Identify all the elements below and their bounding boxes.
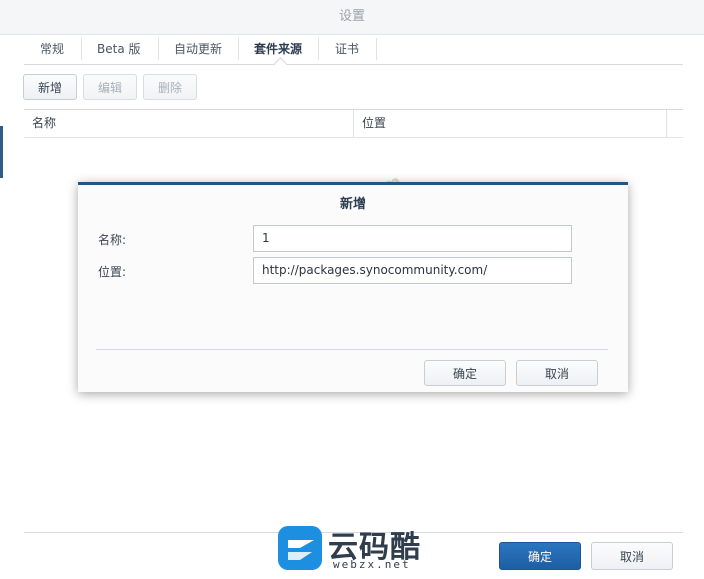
tab-separator <box>81 38 82 60</box>
tab-package-sources[interactable]: 套件来源 <box>254 37 302 61</box>
add-source-dialog: 新增 名称: 1 位置: http://packages.synocommuni… <box>78 182 628 392</box>
dialog-title: 新增 <box>339 197 366 212</box>
location-input[interactable]: http://packages.synocommunity.com/ <box>253 257 572 284</box>
tab-separator <box>238 38 239 60</box>
logo-domain: webzx.net <box>333 558 411 571</box>
tab-separator <box>158 38 159 60</box>
location-label: 位置: <box>98 265 127 279</box>
site-logo: 云码酷 webzx.net <box>276 522 426 574</box>
name-input[interactable]: 1 <box>253 225 572 252</box>
footer-cancel-button[interactable]: 取消 <box>591 542 673 570</box>
dialog-cancel-button[interactable]: 取消 <box>516 360 598 386</box>
window-title: 设置 <box>0 0 704 35</box>
column-separator[interactable] <box>666 110 667 137</box>
delete-button[interactable]: 删除 <box>143 74 197 100</box>
logo-mark-icon <box>278 526 322 570</box>
column-name-header[interactable]: 名称 <box>32 110 56 137</box>
tab-general[interactable]: 常规 <box>40 37 64 61</box>
dialog-ok-button[interactable]: 确定 <box>424 360 506 386</box>
edit-button[interactable]: 编辑 <box>83 74 137 100</box>
grid-header: 名称 位置 <box>24 109 683 138</box>
tab-separator <box>318 38 319 60</box>
name-label: 名称: <box>98 233 127 247</box>
left-accent-bar <box>0 126 3 178</box>
tab-bar: 常规 Beta 版 自动更新 套件来源 证书 <box>24 34 683 65</box>
footer-ok-button[interactable]: 确定 <box>499 542 581 570</box>
column-location-header[interactable]: 位置 <box>362 110 386 137</box>
tab-beta[interactable]: Beta 版 <box>97 37 141 61</box>
tab-auto-update[interactable]: 自动更新 <box>174 37 222 61</box>
tab-separator <box>376 38 377 60</box>
add-button[interactable]: 新增 <box>23 74 77 100</box>
dialog-divider <box>96 349 608 350</box>
column-separator[interactable] <box>353 110 354 137</box>
tab-certificate[interactable]: 证书 <box>335 37 359 61</box>
